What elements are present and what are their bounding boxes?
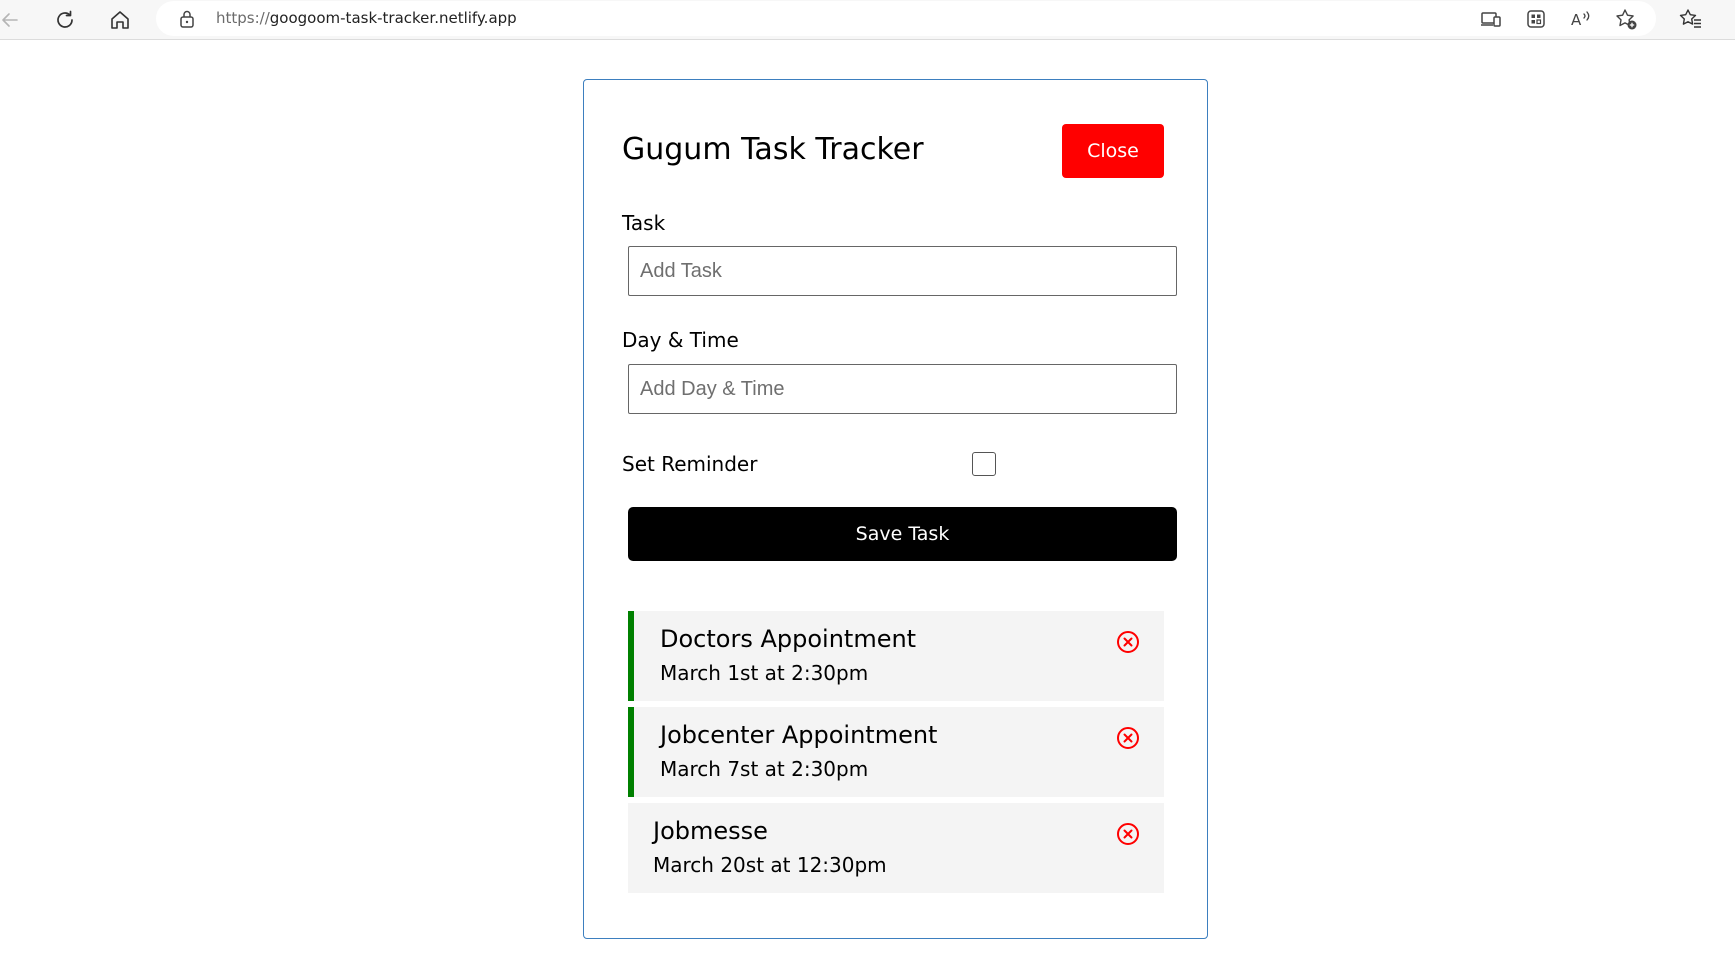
url-scheme: https://: [216, 9, 270, 27]
day-time-input[interactable]: [628, 364, 1177, 414]
task-item[interactable]: Jobmesse March 20st at 12:30pm: [628, 803, 1164, 893]
browser-toolbar: https://googoom-task-tracker.netlify.app…: [0, 0, 1735, 40]
task-day: March 1st at 2:30pm: [660, 661, 869, 685]
task-tracker-container: Gugum Task Tracker Close Task Day & Time…: [583, 79, 1208, 939]
favorites-icon[interactable]: [1678, 6, 1704, 32]
task-item[interactable]: Jobcenter Appointment March 7st at 2:30p…: [628, 707, 1164, 797]
task-title: Jobcenter Appointment: [660, 721, 938, 749]
app-available-icon[interactable]: [1478, 6, 1504, 32]
lock-icon[interactable]: [178, 9, 196, 34]
task-title: Doctors Appointment: [660, 625, 917, 653]
delete-icon[interactable]: [1116, 726, 1140, 750]
read-aloud-icon[interactable]: A: [1568, 6, 1594, 32]
url-host: googoom-task-tracker.netlify.app: [269, 9, 517, 27]
delete-icon[interactable]: [1116, 630, 1140, 654]
extensions-icon[interactable]: [1523, 6, 1549, 32]
address-bar[interactable]: https://googoom-task-tracker.netlify.app: [156, 1, 1656, 36]
day-time-label: Day & Time: [622, 328, 739, 352]
task-input[interactable]: [628, 246, 1177, 296]
refresh-icon[interactable]: [49, 4, 81, 36]
task-item[interactable]: Doctors Appointment March 1st at 2:30pm: [628, 611, 1164, 701]
task-day: March 20st at 12:30pm: [653, 853, 887, 877]
reminder-checkbox[interactable]: [972, 452, 996, 476]
reminder-label: Set Reminder: [622, 452, 758, 476]
task-title: Jobmesse: [653, 817, 768, 845]
task-day: March 7st at 2:30pm: [660, 757, 869, 781]
delete-icon[interactable]: [1116, 822, 1140, 846]
home-icon[interactable]: [104, 4, 136, 36]
add-favorite-icon[interactable]: [1613, 6, 1639, 32]
svg-text:A: A: [1571, 11, 1582, 29]
save-task-button[interactable]: Save Task: [628, 507, 1177, 561]
page-title: Gugum Task Tracker: [622, 132, 924, 167]
back-icon[interactable]: [0, 4, 26, 36]
task-label: Task: [622, 211, 666, 235]
url-text[interactable]: https://googoom-task-tracker.netlify.app: [216, 9, 517, 27]
close-button[interactable]: Close: [1062, 124, 1164, 178]
